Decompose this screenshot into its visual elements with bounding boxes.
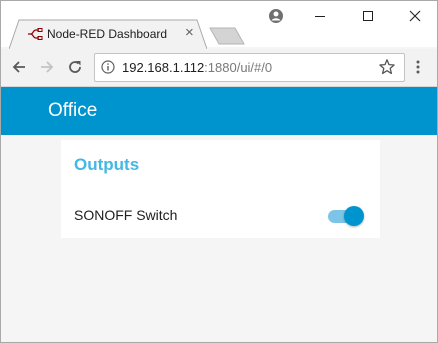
browser-tab[interactable]: Node-RED Dashboard × xyxy=(9,19,207,49)
address-bar[interactable]: 192.168.1.112:1880/ui/#/0 xyxy=(94,53,405,82)
profile-icon[interactable] xyxy=(254,1,298,31)
close-icon[interactable]: × xyxy=(185,25,194,41)
group-card-outputs: Outputs SONOFF Switch xyxy=(61,140,380,238)
group-title: Outputs xyxy=(74,155,140,174)
close-window-icon[interactable] xyxy=(393,1,437,31)
maximize-icon[interactable] xyxy=(346,1,390,31)
dashboard-content: Outputs SONOFF Switch xyxy=(1,135,437,342)
browser-toolbar: 192.168.1.112:1880/ui/#/0 xyxy=(1,49,437,87)
minimize-icon[interactable] xyxy=(298,1,342,31)
url-host: 192.168.1.112 xyxy=(122,60,205,75)
forward-arrow-icon[interactable] xyxy=(37,57,57,77)
tab-favicon-icon xyxy=(27,27,43,40)
url-text: 192.168.1.112:1880/ui/#/0 xyxy=(122,60,272,75)
browser-window: Node-RED Dashboard × 192.168.1.112:1880/… xyxy=(0,0,438,343)
switch-label: SONOFF Switch xyxy=(74,207,178,223)
title-bar: Node-RED Dashboard × xyxy=(1,1,437,49)
page-title: Office xyxy=(48,100,98,121)
dashboard-header: Office xyxy=(1,87,437,135)
menu-dots-icon[interactable] xyxy=(412,57,424,77)
sonoff-switch-toggle[interactable] xyxy=(328,205,364,227)
back-arrow-icon[interactable] xyxy=(9,57,29,77)
new-tab-icon[interactable] xyxy=(209,27,245,45)
switch-thumb[interactable] xyxy=(344,206,364,226)
tab-title: Node-RED Dashboard xyxy=(47,27,168,41)
url-path: :1880/ui/#/0 xyxy=(204,60,273,75)
star-icon[interactable] xyxy=(378,58,396,81)
info-icon[interactable] xyxy=(101,60,115,79)
reload-icon[interactable] xyxy=(65,57,85,77)
